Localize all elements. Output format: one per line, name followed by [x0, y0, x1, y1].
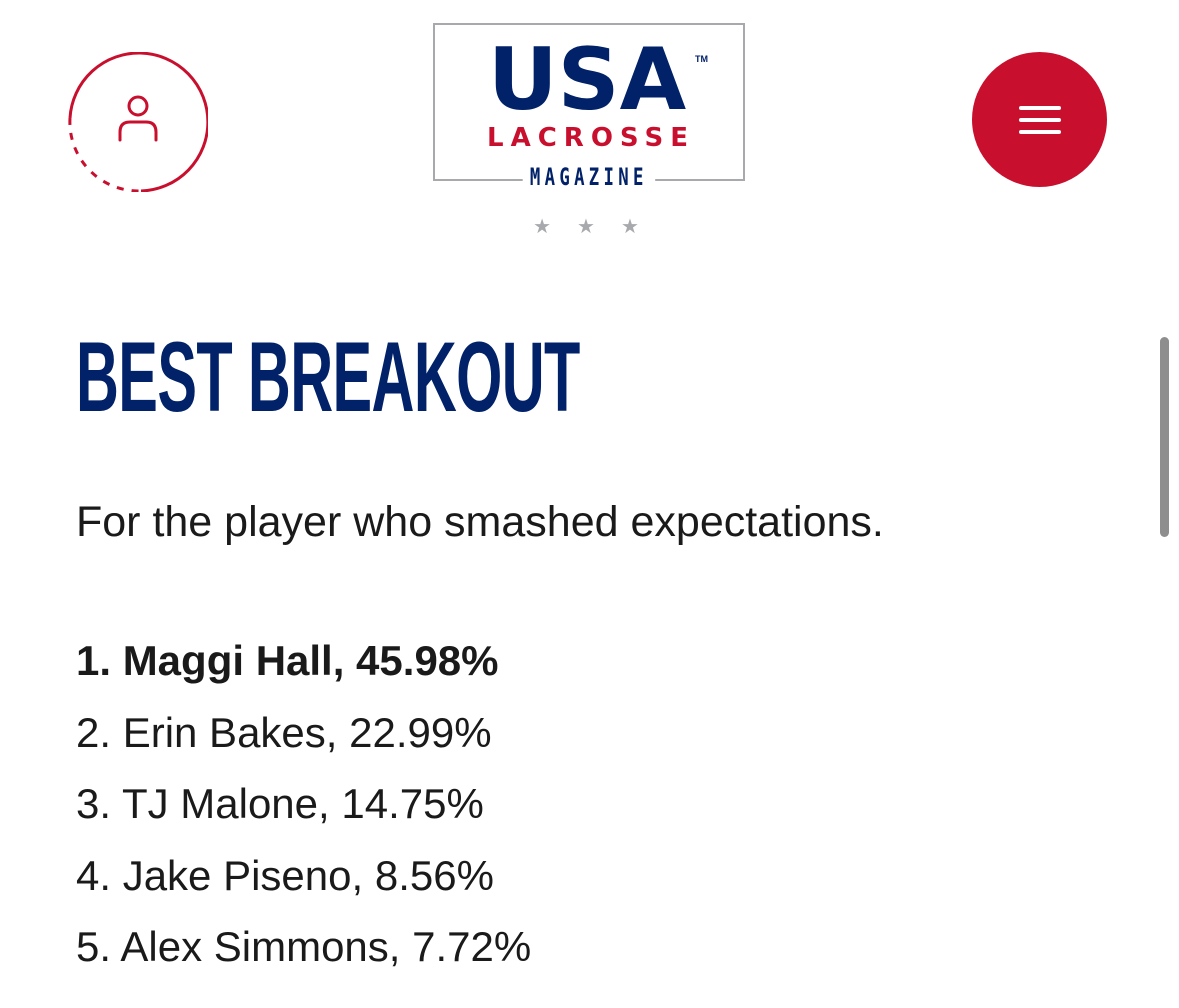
scrollbar-thumb[interactable]	[1160, 337, 1169, 537]
result-item: 5. Alex Simmons, 7.72%	[76, 923, 532, 970]
logo-usa-text: USA	[487, 30, 687, 130]
usa-lacrosse-magazine-logo[interactable]: USA TM LACROSSE MAGAZINE ★★★	[433, 23, 745, 236]
results-list: 1. Maggi Hall, 45.98% 2. Erin Bakes, 22.…	[76, 625, 531, 983]
logo-stars: ★★★	[533, 214, 665, 238]
account-button[interactable]	[68, 52, 208, 192]
award-description: For the player who smashed expectations.	[76, 498, 884, 546]
menu-bar-top	[1019, 106, 1061, 110]
logo-trademark: TM	[695, 54, 708, 64]
result-item: 4. Jake Piseno, 8.56%	[76, 851, 494, 899]
page-title: BEST BREAKOUT	[76, 321, 580, 432]
logo-magazine-text: MAGAZINE	[522, 162, 656, 192]
logo-lacrosse-text: LACROSSE	[487, 123, 695, 153]
menu-button[interactable]	[972, 52, 1107, 187]
logo-magazine-row: MAGAZINE	[433, 162, 745, 192]
menu-bar-bottom	[1019, 130, 1061, 134]
result-item-winner: 1. Maggi Hall, 45.98%	[76, 637, 499, 684]
user-account-icon	[68, 52, 208, 192]
result-item: 2. Erin Bakes, 22.99%	[76, 708, 492, 756]
menu-bar-middle	[1019, 118, 1061, 122]
result-item: 3. TJ Malone, 14.75%	[76, 780, 484, 827]
